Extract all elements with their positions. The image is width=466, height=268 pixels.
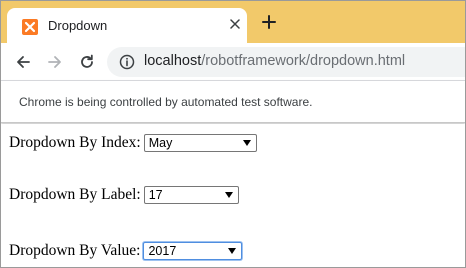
dropdown-label: Dropdown By Index: [9, 134, 141, 151]
dropdown-row-index: Dropdown By Index: May [9, 133, 257, 153]
forward-arrow-icon[interactable] [45, 52, 65, 72]
info-icon[interactable] [119, 54, 135, 70]
back-arrow-icon[interactable] [13, 52, 33, 72]
close-icon[interactable] [226, 15, 244, 33]
url-host: localhost [144, 53, 202, 69]
dropdown-by-index[interactable]: May [143, 134, 257, 152]
reload-icon[interactable] [77, 52, 97, 72]
tab-strip: Dropdown [1, 1, 465, 43]
tab-title: Dropdown [48, 18, 108, 33]
url-path: /robotframework/dropdown.html [201, 53, 406, 69]
tab-dropdown[interactable]: Dropdown [7, 8, 247, 43]
chevron-down-icon [228, 248, 237, 254]
xampp-icon [22, 19, 38, 35]
browser-window: Dropdown localhost/robotframework/dropdo… [0, 0, 466, 268]
dropdown-value: May [148, 136, 173, 150]
page-content: Dropdown By Index: May Dropdown By Label… [1, 124, 465, 267]
address-bar[interactable]: localhost/robotframework/dropdown.html [107, 47, 465, 77]
dropdown-label: Dropdown By Label: [9, 186, 141, 203]
dropdown-value: 17 [148, 188, 163, 202]
automation-infobar: Chrome is being controlled by automated … [1, 81, 465, 123]
chevron-down-icon [242, 140, 251, 146]
dropdown-by-value[interactable]: 2017 [143, 242, 243, 260]
dropdown-by-label[interactable]: 17 [143, 186, 239, 204]
url-text: localhost/robotframework/dropdown.html [144, 53, 405, 69]
dropdown-label: Dropdown By Value: [9, 242, 141, 259]
dropdown-row-value: Dropdown By Value: 2017 [9, 241, 243, 261]
dropdown-row-label: Dropdown By Label: 17 [9, 185, 239, 205]
dropdown-value: 2017 [148, 244, 177, 258]
chevron-down-icon [224, 192, 233, 198]
infobar-text: Chrome is being controlled by automated … [19, 95, 313, 109]
browser-toolbar: localhost/robotframework/dropdown.html [1, 43, 465, 81]
plus-icon[interactable] [259, 12, 279, 32]
